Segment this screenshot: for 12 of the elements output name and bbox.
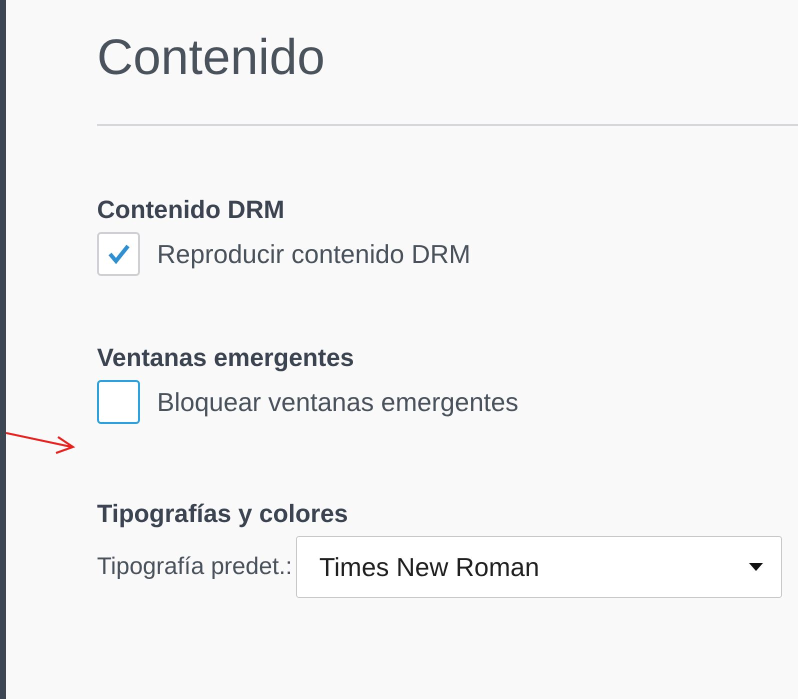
section-heading: Ventanas emergentes — [97, 343, 354, 374]
font-dropdown[interactable]: Times New Roman — [296, 536, 782, 598]
section-heading: Contenido DRM — [97, 195, 284, 226]
checkmark-icon — [108, 244, 130, 264]
field-label: Tipografía predet.: — [97, 552, 292, 582]
section-heading: Tipografías y colores — [97, 499, 348, 530]
dropdown-caret-icon — [749, 563, 763, 571]
page-title: Contenido — [97, 28, 325, 87]
checkbox-label[interactable]: Bloquear ventanas emergentes — [157, 382, 518, 422]
checkbox-label[interactable]: Reproducir contenido DRM — [157, 234, 471, 274]
checkbox[interactable] — [97, 232, 140, 276]
checkbox[interactable] — [97, 380, 140, 424]
